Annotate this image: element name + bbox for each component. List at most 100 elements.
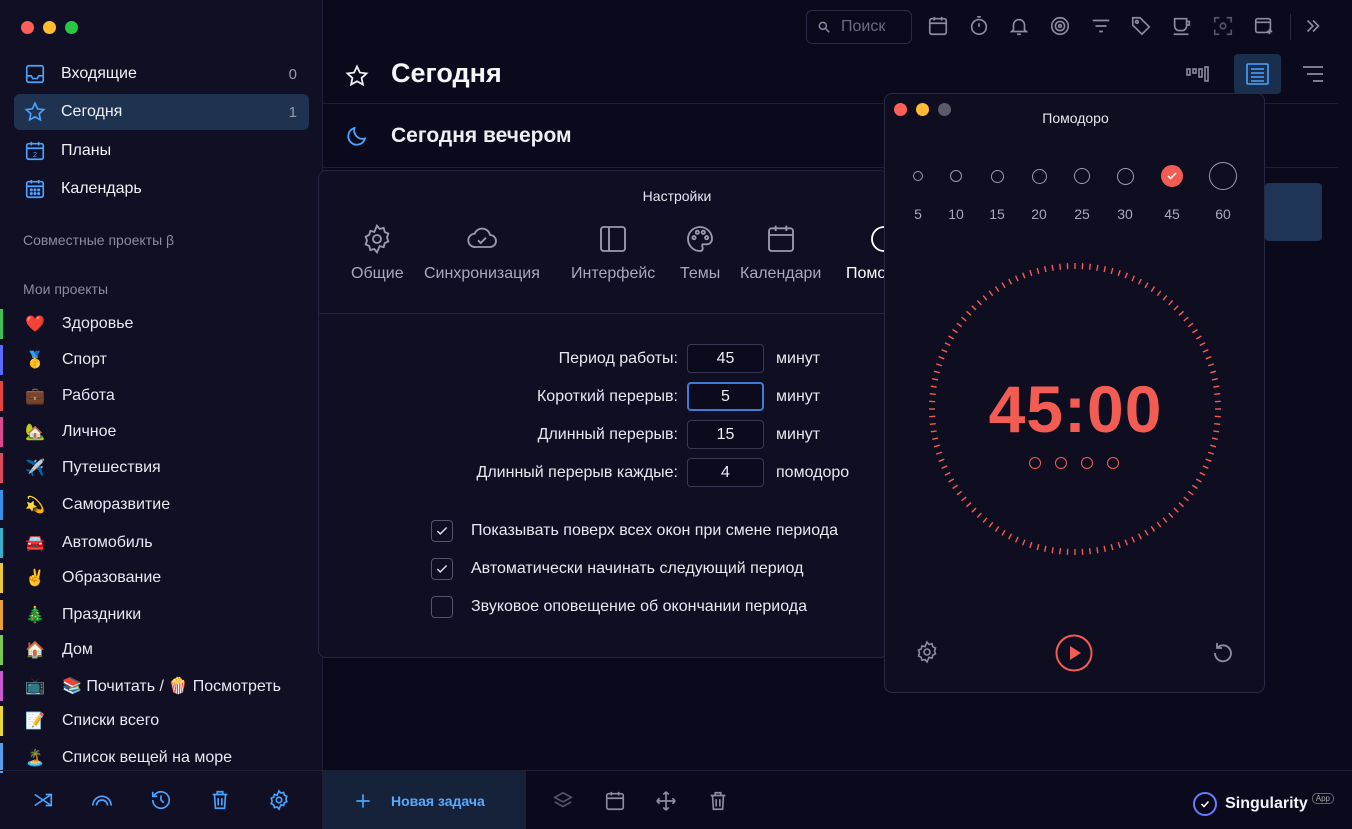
- checkbox-row-sound[interactable]: Звуковое оповещение об окончании периода: [431, 595, 807, 619]
- focus-frame-icon[interactable]: [1212, 15, 1234, 37]
- dial-tick: [1088, 548, 1091, 555]
- project-item[interactable]: ✌️ Образование: [0, 561, 322, 595]
- play-button[interactable]: [1055, 634, 1093, 672]
- board-view-icon[interactable]: [1185, 62, 1211, 86]
- stopwatch-icon[interactable]: [968, 15, 990, 37]
- checkbox-autostart[interactable]: [431, 558, 453, 580]
- add-window-icon[interactable]: [1253, 15, 1275, 37]
- shared-projects-label[interactable]: Совместные проекты β: [23, 232, 174, 248]
- background-task-button[interactable]: [1265, 183, 1322, 241]
- dial-tick: [976, 300, 982, 306]
- project-item[interactable]: ❤️ Здоровье: [0, 307, 322, 341]
- dial-tick: [1202, 348, 1209, 353]
- timer-display: 45:00: [988, 372, 1163, 446]
- double-chevron-right-icon[interactable]: [1302, 15, 1324, 37]
- duration-option-60[interactable]: [1209, 162, 1237, 190]
- project-color-bar: [0, 706, 3, 736]
- trash-icon[interactable]: [209, 789, 231, 811]
- maximize-window-button[interactable]: [65, 21, 78, 34]
- project-color-bar: [0, 743, 3, 773]
- checkbox-on-top[interactable]: [431, 520, 453, 542]
- dial-tick: [1192, 328, 1198, 334]
- close-window-button[interactable]: [21, 21, 34, 34]
- project-emoji-icon: 📺: [25, 678, 45, 695]
- work-period-input[interactable]: 45: [687, 344, 764, 373]
- duration-option-25[interactable]: [1074, 168, 1090, 184]
- tab-sync[interactable]: Синхронизация: [424, 223, 540, 283]
- checkbox-row-autostart[interactable]: Автоматически начинать следующий период: [431, 557, 803, 581]
- duration-option-30[interactable]: [1116, 167, 1134, 185]
- coffee-cup-icon[interactable]: [1171, 15, 1193, 37]
- dial-tick: [1117, 541, 1121, 549]
- project-item[interactable]: 📺 📚 Почитать / 🍿 Посмотреть: [0, 669, 322, 703]
- history-icon[interactable]: [150, 789, 172, 811]
- checkbox-row-on-top[interactable]: Показывать поверх всех окон при смене пе…: [431, 519, 838, 543]
- sort-lines-icon[interactable]: [1301, 64, 1325, 84]
- filter-icon[interactable]: [1090, 15, 1112, 37]
- project-item[interactable]: 💼 Работа: [0, 379, 322, 413]
- dial-tick: [956, 322, 963, 328]
- list-view-button[interactable]: [1234, 54, 1281, 94]
- dial-tick: [1096, 264, 1099, 271]
- checkbox-sound[interactable]: [431, 596, 453, 618]
- star-icon[interactable]: [345, 64, 369, 88]
- gear-icon[interactable]: [915, 640, 939, 664]
- layers-icon[interactable]: [552, 790, 574, 812]
- sidebar-item-inbox[interactable]: Входящие 0: [14, 56, 309, 92]
- project-color-bar: [0, 453, 3, 483]
- project-item[interactable]: ✈️ Путешествия: [0, 451, 322, 485]
- target-icon[interactable]: [1049, 15, 1071, 37]
- calendar-icon[interactable]: [604, 790, 626, 812]
- long-break-every-input[interactable]: 4: [687, 458, 764, 487]
- move-icon[interactable]: [655, 790, 677, 812]
- gear-icon[interactable]: [268, 789, 290, 811]
- bell-icon[interactable]: [1008, 15, 1030, 37]
- dial-tick: [1178, 310, 1184, 316]
- dial-tick: [1059, 263, 1062, 270]
- tab-pomodoro[interactable]: Помодоро: [846, 223, 887, 283]
- project-item[interactable]: 🚘 Автомобиль: [0, 526, 322, 560]
- duration-option-5[interactable]: [913, 171, 923, 181]
- dial-tick: [1144, 282, 1149, 289]
- project-item[interactable]: 🏠 Дом: [0, 633, 322, 667]
- dial-tick: [1043, 266, 1047, 273]
- tag-icon[interactable]: [1130, 15, 1152, 37]
- tab-themes[interactable]: Темы: [680, 223, 720, 283]
- project-item[interactable]: 🥇 Спорт: [0, 343, 322, 377]
- project-item[interactable]: 📝 Списки всего: [0, 704, 322, 738]
- project-item[interactable]: 💫 Саморазвитие: [0, 488, 322, 522]
- sidebar-item-plans[interactable]: 2 Планы: [14, 133, 309, 169]
- duration-option-20[interactable]: [1031, 168, 1047, 184]
- reset-icon[interactable]: [1211, 640, 1235, 664]
- settings-title: Настройки: [642, 188, 712, 204]
- tab-interface[interactable]: Интерфейс: [571, 223, 655, 283]
- project-item[interactable]: 🏡 Личное: [0, 415, 322, 449]
- long-break-input[interactable]: 15: [687, 420, 764, 449]
- tab-general[interactable]: Общие: [351, 223, 404, 283]
- duration-label: 20: [1031, 206, 1047, 222]
- duration-option-10[interactable]: [950, 170, 962, 182]
- sidebar-item-count: 1: [288, 103, 297, 121]
- calendar-icon[interactable]: [927, 15, 949, 37]
- project-item[interactable]: 🎄 Праздники: [0, 598, 322, 632]
- tab-calendars[interactable]: Календари: [740, 223, 821, 283]
- dial-tick: [935, 363, 943, 367]
- sidebar-item-today[interactable]: Сегодня 1: [14, 94, 309, 130]
- long-break-every-label: Длинный перерыв каждые:: [476, 464, 679, 481]
- sidebar-item-calendar[interactable]: Календарь: [14, 171, 309, 207]
- search-input[interactable]: Поиск: [806, 10, 912, 44]
- minimize-window-button[interactable]: [43, 21, 56, 34]
- dial-tick: [1156, 290, 1162, 297]
- rainbow-icon[interactable]: [91, 789, 113, 811]
- dial-tick: [982, 295, 988, 301]
- duration-option-45[interactable]: [1161, 165, 1183, 187]
- short-break-input[interactable]: 5: [687, 382, 764, 411]
- shuffle-icon[interactable]: [32, 789, 54, 811]
- dial-tick: [966, 502, 972, 508]
- trash-icon[interactable]: [707, 790, 729, 812]
- project-label: Саморазвитие: [62, 496, 171, 513]
- tab-label: Помодоро: [846, 265, 887, 282]
- project-label: Списки всего: [62, 712, 160, 729]
- new-task-button[interactable]: Новая задача: [323, 771, 526, 829]
- duration-option-15[interactable]: [990, 169, 1004, 183]
